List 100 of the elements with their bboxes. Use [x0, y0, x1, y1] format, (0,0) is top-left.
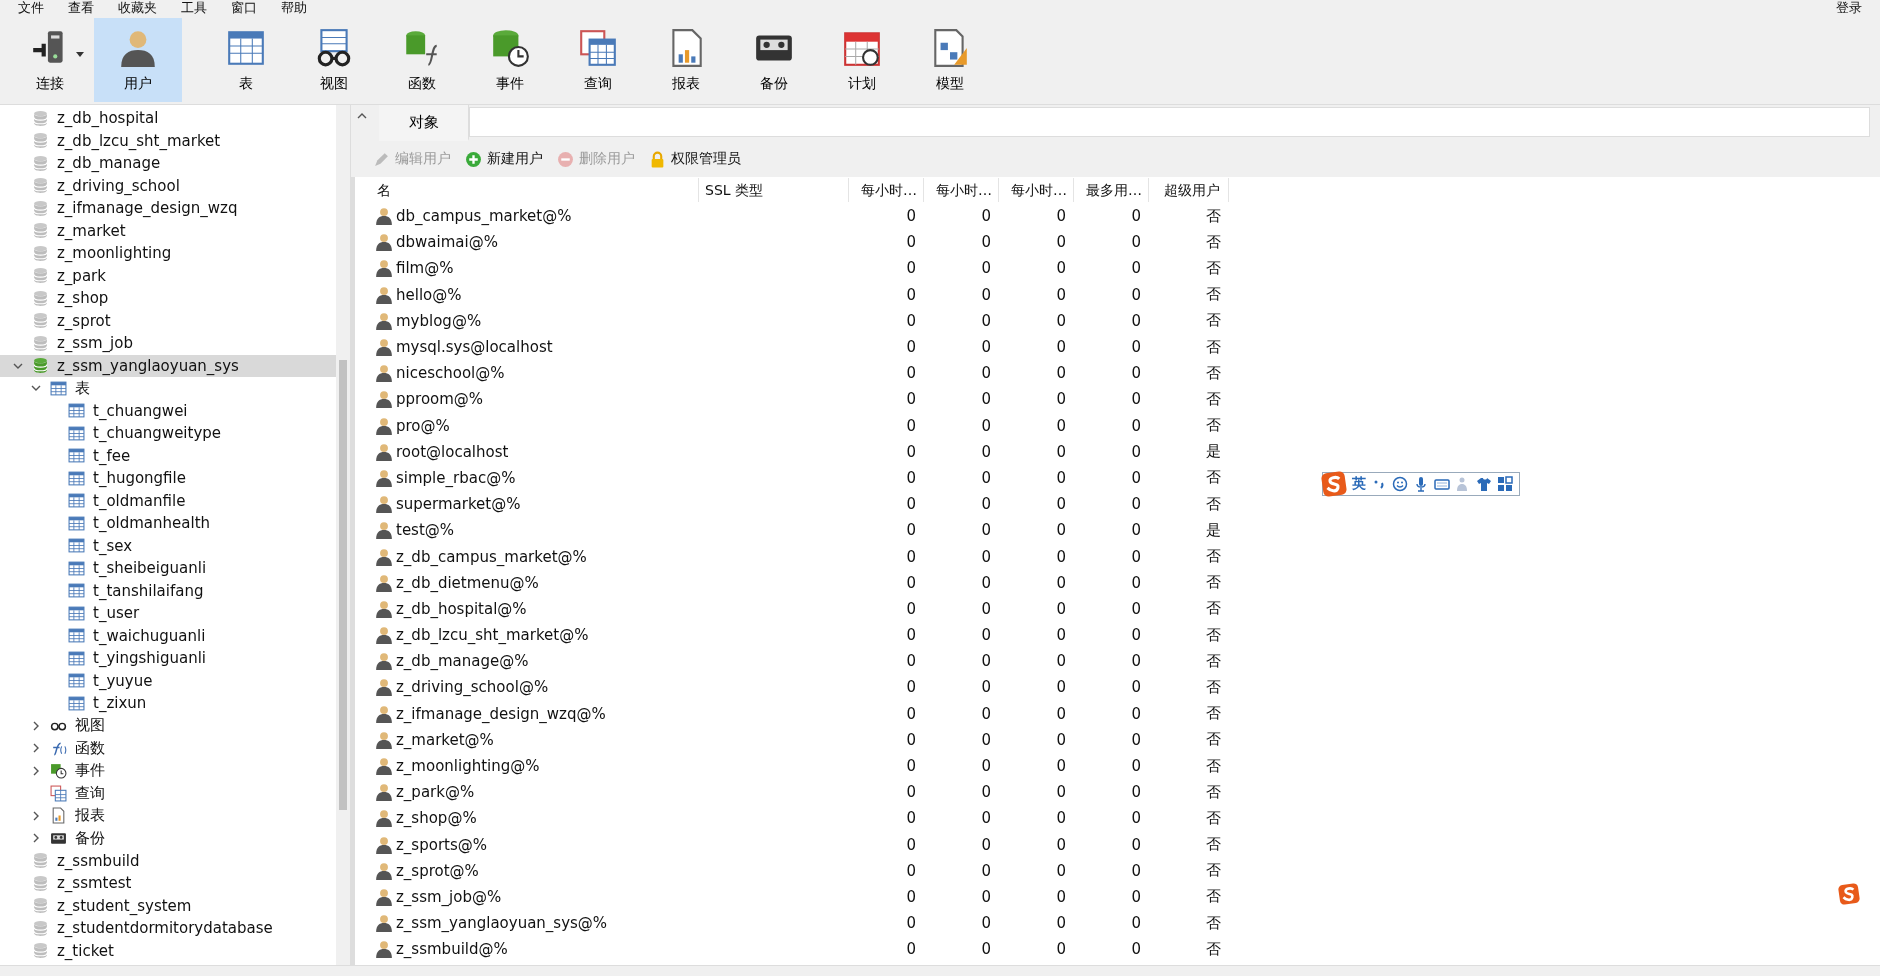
tree-item[interactable]: z_ticket [0, 939, 336, 962]
toolbar-button[interactable]: 视图 [290, 18, 378, 102]
tree-item[interactable]: z_student_system [0, 894, 336, 917]
menu-item[interactable]: 工具 [169, 0, 219, 16]
chevron-right-icon[interactable] [31, 765, 41, 776]
tree-item[interactable]: z_db_hospital [0, 107, 336, 130]
tree-item[interactable]: 表 [0, 377, 336, 400]
tree-item[interactable]: t_yuyue [0, 669, 336, 692]
smiley-icon[interactable] [1392, 476, 1408, 492]
microphone-icon[interactable] [1413, 476, 1429, 492]
chevron-up-icon[interactable] [357, 111, 367, 121]
scrollbar-thumb[interactable] [339, 360, 347, 810]
tree-item[interactable]: t_sheibeiguanli [0, 557, 336, 580]
user-icon [375, 468, 393, 487]
input-method-logo-icon[interactable] [1838, 883, 1860, 905]
toolbar-button[interactable]: 计划 [818, 18, 906, 102]
clock-icon [50, 762, 67, 780]
tree-item[interactable]: z_ssmbuild [0, 849, 336, 872]
tree-item[interactable]: z_ifmanage_design_wzq [0, 197, 336, 220]
menu-item[interactable]: 帮助 [269, 0, 319, 16]
table-cell-text: 0 [980, 390, 992, 409]
input-mode-toggle[interactable]: 英 [1352, 475, 1366, 493]
tree-item[interactable]: z_db_manage [0, 152, 336, 175]
tree-item[interactable]: z_ssmtest [0, 872, 336, 895]
table-cell-text: 0 [1055, 887, 1067, 906]
column-header[interactable]: 超级用户 [1149, 178, 1229, 202]
toolbar-button[interactable]: 报表 [642, 18, 730, 102]
toolbar-button[interactable]: 表 [202, 18, 290, 102]
tree-item[interactable]: t_chuangwei [0, 399, 336, 422]
tree-item[interactable]: t_chuangweitype [0, 422, 336, 445]
column-header[interactable]: 最多用… [1074, 178, 1149, 202]
column-header[interactable]: 每小时… [999, 178, 1074, 202]
tree-item[interactable]: t_tanshilaifang [0, 579, 336, 602]
grid-icon[interactable] [1497, 476, 1513, 492]
tree-item[interactable]: z_ssm_job [0, 332, 336, 355]
toolbar-button[interactable]: 函数 [378, 18, 466, 102]
table-cell-text: 0 [1055, 809, 1067, 828]
toolbar-button[interactable]: 模型 [906, 18, 994, 102]
column-header[interactable]: 每小时… [849, 178, 924, 202]
menu-item[interactable]: 查看 [56, 0, 106, 16]
tree-item[interactable]: z_ssm_yanglaoyuan_sys [0, 354, 336, 377]
tree-item[interactable]: z_park [0, 264, 336, 287]
tree-item[interactable]: z_moonlighting [0, 242, 336, 265]
column-header[interactable]: SSL 类型 [699, 178, 849, 202]
lock-user-button[interactable]: 权限管理员 [647, 148, 743, 170]
column-header[interactable]: 每小时… [924, 178, 999, 202]
table-icon [68, 559, 85, 577]
tree-item[interactable]: t_waichuguanli [0, 624, 336, 647]
user-icon [375, 259, 393, 278]
tree-item[interactable]: 报表 [0, 804, 336, 827]
tree-item[interactable]: z_sprot [0, 309, 336, 332]
tree-item[interactable]: 查询 [0, 782, 336, 805]
tree-item[interactable]: 事件 [0, 759, 336, 782]
table-cell-text: 否 [1205, 337, 1222, 357]
user-name: niceschool@% [396, 364, 505, 383]
tree-item[interactable]: z_driving_school [0, 174, 336, 197]
tree-item[interactable]: z_studentdormitorydatabase [0, 917, 336, 940]
table-icon [68, 582, 85, 600]
keyboard-icon[interactable] [1434, 476, 1450, 492]
toolbar-button[interactable]: 查询 [554, 18, 642, 102]
user-icon [375, 495, 393, 514]
table-cell-text: 0 [905, 547, 917, 566]
table-cell-text: 0 [1055, 835, 1067, 854]
tree-item[interactable]: t_hugongfile [0, 467, 336, 490]
chevron-right-icon[interactable] [31, 810, 41, 821]
chevron-right-icon[interactable] [31, 720, 41, 731]
tree-item[interactable]: 视图 [0, 714, 336, 737]
login-link[interactable]: 登录 [1824, 0, 1874, 16]
menu-item[interactable]: 收藏夹 [106, 0, 169, 16]
tree-item[interactable]: z_market [0, 219, 336, 242]
toolbar-button[interactable]: 备份 [730, 18, 818, 102]
table-cell-text: 否 [1205, 311, 1222, 331]
tree-item[interactable]: z_db_lzcu_sht_market [0, 129, 336, 152]
tree-item[interactable]: t_user [0, 602, 336, 625]
tree-item[interactable]: t_fee [0, 444, 336, 467]
menu-item[interactable]: 文件 [6, 0, 56, 16]
table-cell-text: 0 [1055, 233, 1067, 252]
tree-item[interactable]: t_sex [0, 534, 336, 557]
toolbar-button[interactable]: 用户 [94, 18, 182, 102]
toolbar-button[interactable]: 连接 [6, 18, 94, 102]
toolbar-button[interactable]: 事件 [466, 18, 554, 102]
objects-tab[interactable]: 对象 [379, 105, 469, 141]
table-cell-text: 0 [905, 704, 917, 723]
user-icon [375, 233, 393, 252]
tree-item[interactable]: t_yingshiguanli [0, 647, 336, 670]
tree-item[interactable]: z_shop [0, 287, 336, 310]
tree-item[interactable]: 备份 [0, 827, 336, 850]
chevron-right-icon[interactable] [31, 743, 41, 754]
column-header[interactable]: 名 [371, 178, 699, 202]
table-cell-text: 0 [980, 678, 992, 697]
shirt-icon[interactable] [1476, 476, 1492, 492]
tree-item[interactable]: t_oldmanhealth [0, 512, 336, 535]
tree-item[interactable]: 函数 [0, 737, 336, 760]
table-cell-text: 0 [1130, 626, 1142, 645]
tree-item[interactable]: t_oldmanfile [0, 489, 336, 512]
chevron-right-icon[interactable] [31, 833, 41, 844]
menu-item[interactable]: 窗口 [219, 0, 269, 16]
tree-item[interactable]: t_zixun [0, 692, 336, 715]
table-cell-text: 0 [905, 940, 917, 959]
add-user-button[interactable]: 新建用户 [463, 148, 545, 170]
